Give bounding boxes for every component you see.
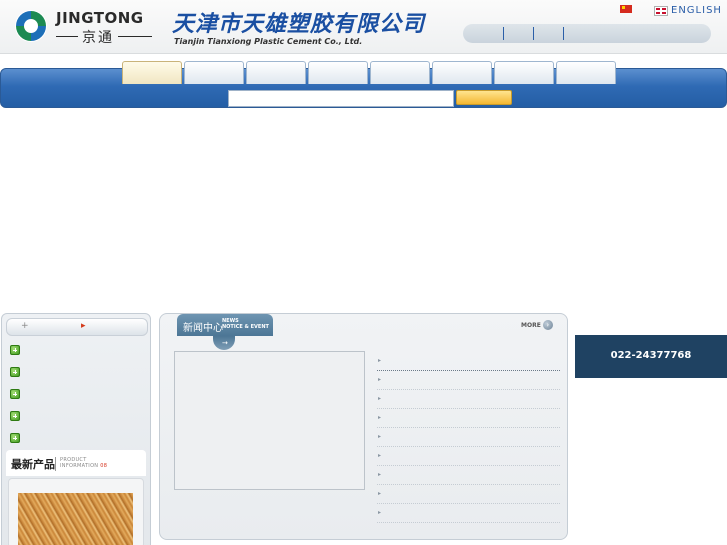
green-plus-icon [10, 411, 20, 421]
logo-line-right [118, 36, 152, 37]
nav-tab-5[interactable] [370, 61, 430, 84]
bullet-icon: ▸ [378, 395, 382, 402]
product-image[interactable] [18, 493, 133, 545]
green-plus-icon [10, 389, 20, 399]
latest-products-header: 最新产品 PRODUCT INFORMATION 08 [6, 450, 146, 476]
green-plus-icon [10, 345, 20, 355]
bullet-icon: ▸ [378, 490, 382, 497]
contact-phone-number: 022-24377768 [610, 350, 692, 361]
green-plus-icon [10, 433, 20, 443]
news-list-item[interactable]: ▸ [377, 428, 560, 447]
bullet-icon: ▸ [378, 509, 382, 516]
nav-tab-home[interactable] [122, 61, 182, 84]
news-more-link[interactable]: MORE › [521, 320, 553, 330]
divider [55, 457, 56, 471]
news-list-item[interactable]: ▸ [377, 504, 560, 523]
nav-tab-7[interactable] [494, 61, 554, 84]
utility-separator [503, 27, 504, 40]
logo-line-left [56, 36, 78, 37]
category-item[interactable] [10, 366, 140, 378]
news-list-item[interactable]: ▸ [377, 447, 560, 466]
logo-text-cn: 京通 [82, 30, 114, 46]
category-item[interactable] [10, 344, 140, 356]
category-item[interactable] [10, 410, 140, 422]
china-flag-icon [620, 5, 632, 13]
nav-tab-4[interactable] [308, 61, 368, 84]
news-list-item[interactable]: ▸ [377, 409, 560, 428]
bullet-icon: ▸ [378, 414, 382, 421]
news-list-item[interactable]: ▸ [377, 485, 560, 504]
arrow-right-icon: → [222, 339, 228, 347]
bullet-icon: ▸ [378, 452, 382, 459]
news-title: 新闻中心 [183, 323, 223, 334]
jingtong-logo-icon[interactable] [14, 9, 48, 43]
company-name-cn: 天津市天雄塑胶有限公司 [172, 12, 426, 37]
news-list-item[interactable]: ▸ [377, 390, 560, 409]
news-image-frame[interactable] [174, 351, 365, 490]
category-item[interactable] [10, 388, 140, 400]
logo-text-en: JINGTONG [56, 9, 144, 27]
utility-separator [563, 27, 564, 40]
nav-tab-2[interactable] [184, 61, 244, 84]
uk-flag-icon [654, 5, 668, 16]
lang-english[interactable]: ENGLISH [654, 5, 722, 16]
news-list-item[interactable]: ▸ [377, 352, 560, 371]
category-item[interactable] [10, 432, 140, 444]
latest-products-title: 最新产品 [11, 458, 55, 471]
news-list-item[interactable]: ▸ [377, 466, 560, 485]
latest-products-subtitle: PRODUCT INFORMATION 08 [60, 457, 107, 469]
search-button[interactable] [456, 90, 512, 105]
bullet-icon: ▸ [378, 471, 382, 478]
utility-separator [533, 27, 534, 40]
page: JINGTONG 京通 天津市天雄塑胶有限公司 Tianjin Tianxion… [0, 0, 727, 545]
main-nav-tabs [122, 61, 616, 85]
nav-tab-3[interactable] [246, 61, 306, 84]
bullet-icon: ▸ [378, 433, 382, 440]
utility-links-bar [463, 24, 711, 43]
nav-tab-6[interactable] [432, 61, 492, 84]
more-label: MORE [521, 321, 541, 329]
arrow-circle-icon: › [542, 320, 553, 330]
news-sub-line2: NOTICE & EVENT [222, 324, 269, 330]
news-subtitle: NEWS NOTICE & EVENT [222, 318, 269, 330]
search-input[interactable] [228, 90, 454, 107]
lang-english-label: ENGLISH [671, 5, 722, 16]
bullet-icon: ▸ [378, 376, 382, 383]
site-header: JINGTONG 京通 天津市天雄塑胶有限公司 Tianjin Tianxion… [0, 0, 727, 54]
triangle-right-icon: ▸ [81, 321, 86, 331]
green-plus-icon [10, 367, 20, 377]
nav-tab-8[interactable] [556, 61, 616, 84]
products-en-line2: INFORMATION [60, 463, 99, 469]
company-name-en: Tianjin Tianxiong Plastic Cement Co., Lt… [174, 37, 363, 46]
products-en-mark: 08 [100, 463, 108, 469]
category-panel-header: + ▸ [6, 318, 148, 336]
plus-icon: + [21, 321, 29, 331]
news-list-item[interactable]: ▸ [377, 371, 560, 390]
bullet-icon: ▸ [378, 357, 382, 364]
lang-chinese[interactable] [620, 5, 632, 13]
